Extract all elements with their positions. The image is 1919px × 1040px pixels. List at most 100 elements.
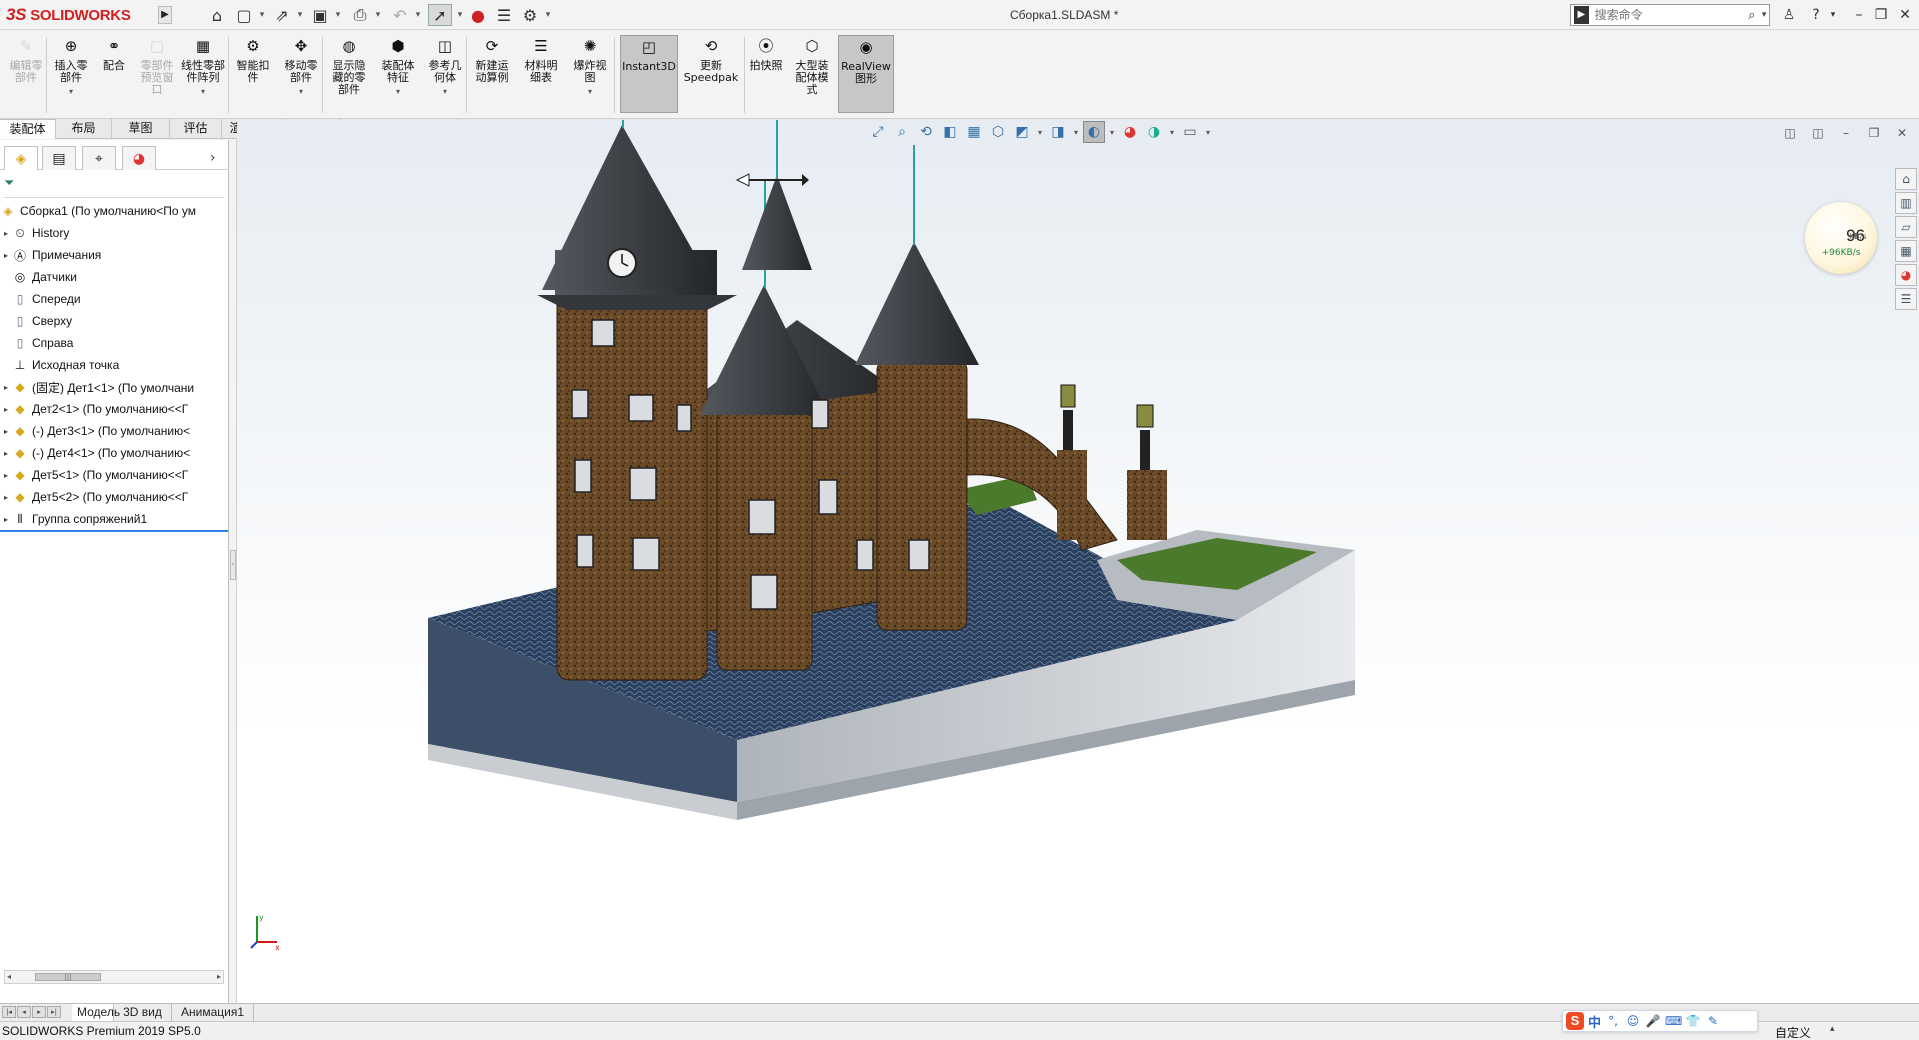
print-dropdown-icon[interactable]: ▾ [372, 4, 384, 26]
punctuation-icon[interactable]: °, [1605, 1014, 1621, 1028]
expand-arrow-icon[interactable]: ▸ [0, 493, 12, 502]
custom-properties-icon[interactable]: ☰ [1895, 288, 1917, 310]
rebuild-icon[interactable]: ● [466, 4, 490, 26]
tree-item[interactable]: ◎ Датчики [0, 268, 229, 286]
ribbon-exploded-view-button[interactable]: ✺ 爆炸视 图 ▾ [568, 35, 612, 113]
print-icon[interactable]: ⎙ [348, 4, 372, 26]
ribbon-dropdown-icon[interactable]: ▾ [201, 86, 205, 98]
display-style-dropdown-icon[interactable]: ▾ [1035, 121, 1045, 143]
monitor-icon[interactable]: ▭ [1179, 121, 1201, 143]
ribbon-mate-button[interactable]: ⚭ 配合 [96, 35, 132, 113]
options-gear-icon[interactable]: ⚙ [518, 4, 542, 26]
expand-arrow-icon[interactable]: ▸ [0, 515, 12, 524]
expand-arrow-icon[interactable]: ▸ [0, 383, 12, 392]
tree-item[interactable]: ▯ Справа [0, 334, 229, 352]
section-view-icon[interactable]: ◧ [939, 121, 961, 143]
select-cursor-icon[interactable]: ➚ [428, 4, 452, 26]
tab-2[interactable]: 草图 [112, 119, 170, 139]
search-dropdown-icon[interactable]: ▾ [1759, 10, 1769, 20]
help-dropdown-icon[interactable]: ▾ [1822, 4, 1844, 26]
tab-1[interactable]: 布局 [56, 119, 112, 139]
search-input[interactable] [1588, 6, 1745, 24]
previous-view-icon[interactable]: ⟲ [915, 121, 937, 143]
open-icon[interactable]: ⇗ [270, 4, 294, 26]
save-dropdown-icon[interactable]: ▾ [332, 4, 344, 26]
tree-item[interactable]: ▯ Сверху [0, 312, 229, 330]
property-manager-tab-icon[interactable]: ▤ [42, 146, 76, 170]
ribbon-dropdown-icon[interactable]: ▾ [69, 86, 73, 98]
display-style-icon[interactable]: ◩ [1011, 121, 1033, 143]
expand-arrow-icon[interactable]: ▸ [0, 405, 12, 414]
skin-icon[interactable]: 👕 [1685, 1014, 1701, 1028]
first-tab-icon[interactable]: |◂ [2, 1006, 16, 1018]
hide-show-items-icon[interactable]: ◨ [1047, 121, 1069, 143]
panel-splitter[interactable]: ‹ [229, 140, 237, 1003]
splitter-grip-icon[interactable]: ‹ [230, 550, 236, 580]
castle-model[interactable] [237, 120, 1919, 1003]
expand-arrow-icon[interactable]: ▸ [0, 449, 12, 458]
command-search[interactable]: ▶ ⌕ ▾ [1570, 4, 1770, 26]
tree-item[interactable]: ▸ ◆ Дет2<1> (По умолчанию<<Г [0, 400, 229, 418]
ribbon-edit-component-button[interactable]: ✎ 编辑零 部件 [4, 35, 48, 113]
ribbon-dropdown-icon[interactable]: ▾ [299, 86, 303, 98]
edit-appearance-icon[interactable]: ◐ [1083, 121, 1105, 143]
zoom-to-fit-icon[interactable]: ⤢ [867, 121, 889, 143]
rollback-bar[interactable] [0, 530, 228, 532]
tab-0[interactable]: 装配体 [0, 119, 56, 139]
zoom-to-area-icon[interactable]: ⌕ [891, 121, 913, 143]
network-speed-widget[interactable]: 96 KB/s +96KB/s [1805, 202, 1877, 274]
scroll-left-icon[interactable]: ◂ [7, 971, 11, 983]
menu-expand-arrow-icon[interactable]: ▶ [158, 6, 172, 24]
tree-item[interactable]: ▯ Спереди [0, 290, 229, 308]
view-orientation-icon[interactable]: ⬡ [987, 121, 1009, 143]
view-settings-icon[interactable]: ◑ [1143, 121, 1165, 143]
save-icon[interactable]: ▣ [308, 4, 332, 26]
appearance-tab-icon[interactable]: ◕ [122, 146, 156, 170]
ribbon-reference-geometry-button[interactable]: ◫ 参考几 何体 ▾ [424, 35, 466, 113]
units-custom-label[interactable]: 自定义 [1775, 1024, 1811, 1040]
viewport-restore-icon[interactable]: ❐ [1863, 124, 1885, 142]
new-dropdown-icon[interactable]: ▾ [256, 4, 268, 26]
ribbon-dropdown-icon[interactable]: ▾ [396, 86, 400, 98]
ribbon-assembly-feature-button[interactable]: ⬢ 装配体 特征 ▾ [376, 35, 420, 113]
ribbon-instant3d-button[interactable]: ◰ Instant3D [620, 35, 678, 113]
tree-item[interactable]: ▸ ◆ (固定) Дет1<1> (По умолчани [0, 378, 229, 396]
new-document-icon[interactable]: ▢ [232, 4, 256, 26]
bottom-tab-2[interactable]: Анимация1 [172, 1004, 254, 1021]
scroll-thumb[interactable]: ||| [35, 973, 101, 981]
tree-item[interactable]: ▸ ◆ Дет5<1> (По умолчанию<<Г [0, 466, 229, 484]
view-settings-dropdown-icon[interactable]: ▾ [1167, 121, 1177, 143]
file-explorer-icon[interactable]: ▱ [1895, 216, 1917, 238]
tree-item[interactable]: ▸ ◆ (-) Дет4<1> (По умолчанию< [0, 444, 229, 462]
ribbon-dropdown-icon[interactable]: ▾ [443, 86, 447, 98]
minimize-icon[interactable]: – [1848, 4, 1870, 26]
ribbon-snapshot-button[interactable]: ⦿ 拍快照 [748, 35, 784, 113]
tree-item[interactable]: ▸ ⫴ Группа сопряжений1 [0, 510, 229, 528]
monitor-dropdown-icon[interactable]: ▾ [1203, 121, 1213, 143]
undo-icon[interactable]: ↶ [388, 4, 412, 26]
tree-root-assembly[interactable]: ◈ Сборка1 (По умолчанию<По ум [0, 202, 229, 220]
ribbon-linear-pattern-button[interactable]: ▦ 线性零部 件阵列 ▾ [176, 35, 230, 113]
next-tab-icon[interactable]: ▸ [32, 1006, 46, 1018]
ribbon-move-component-button[interactable]: ✥ 移动零 部件 ▾ [278, 35, 324, 113]
viewport-minimize-icon[interactable]: – [1835, 124, 1857, 142]
tree-item[interactable]: ▸ ◆ (-) Дет3<1> (По умолчанию< [0, 422, 229, 440]
tree-item[interactable]: ▸ ◆ Дет5<2> (По умолчанию<<Г [0, 488, 229, 506]
file-properties-icon[interactable]: ☰ [492, 4, 516, 26]
undo-dropdown-icon[interactable]: ▾ [412, 4, 424, 26]
home-icon[interactable]: ⌂ [205, 4, 229, 26]
ribbon-insert-component-button[interactable]: ⊕ 插入零 部件 ▾ [50, 35, 92, 113]
voice-input-icon[interactable]: 🎤 [1645, 1014, 1661, 1028]
graphics-area[interactable]: ⤢ ⌕ ⟲ ◧ ▦ ⬡ ◩ ▾ ◨ ▾ ◐ ▾ ◕ ◑ ▾ ▭ ▾ ◫ ◫ – … [237, 120, 1919, 1003]
units-dropdown-icon[interactable]: ▴ [1830, 1024, 1835, 1034]
ribbon-bom-button[interactable]: ☰ 材料明 细表 [520, 35, 562, 113]
viewport-expand-left-icon[interactable]: ◫ [1779, 124, 1801, 142]
tree-filter[interactable]: ⏷ [4, 176, 224, 198]
user-icon[interactable]: ♙ [1778, 4, 1800, 26]
ribbon-speedpak-button[interactable]: ⟲ 更新 Speedpak [682, 35, 740, 113]
last-tab-icon[interactable]: ▸| [47, 1006, 61, 1018]
viewport-expand-right-icon[interactable]: ◫ [1807, 124, 1829, 142]
ribbon-show-hidden-button[interactable]: ◍ 显示隐 藏的零 部件 [326, 35, 372, 113]
filter-icon[interactable]: ⏷ [4, 176, 14, 191]
scroll-right-icon[interactable]: ▸ [217, 971, 221, 983]
